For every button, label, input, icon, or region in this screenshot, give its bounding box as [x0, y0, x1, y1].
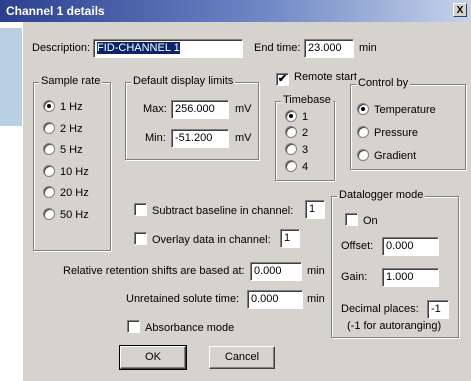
description-label: Description: [32, 42, 91, 54]
radio-icon [43, 186, 55, 198]
datalogger-label: Datalogger mode [337, 189, 426, 201]
display-limits-group [125, 82, 259, 160]
overlay-data-channel-field[interactable]: 1 [280, 229, 300, 248]
checkmark-icon: ✔ [276, 73, 289, 86]
close-icon[interactable]: X [453, 3, 467, 17]
checkbox-icon [134, 232, 147, 245]
radio-selected-icon [357, 103, 369, 115]
remote-start-checkbox[interactable]: ✔ Remote start [276, 71, 357, 86]
background-window [0, 28, 22, 126]
subtract-baseline-label: Subtract baseline in channel: [152, 205, 294, 217]
end-time-label: End time: [254, 42, 301, 54]
decimal-places-field[interactable]: -1 [427, 300, 449, 319]
sample-rate-label: Sample rate [39, 75, 103, 87]
timebase-2[interactable]: 2 [285, 126, 308, 139]
subtract-baseline-channel-field[interactable]: 1 [305, 200, 325, 219]
timebase-1[interactable]: 1 [285, 110, 308, 123]
overlay-data-label: Overlay data in channel: [152, 234, 271, 246]
sample-rate-1hz[interactable]: 1 Hz [43, 100, 83, 113]
checkbox-icon [134, 203, 147, 216]
min-value: -51.200 [175, 132, 213, 144]
radio-icon [43, 143, 55, 155]
radio-icon [357, 149, 369, 161]
unretained-time-label: Unretained solute time: [126, 293, 240, 305]
window-title: Channel 1 details [6, 4, 105, 18]
display-limits-label: Default display limits [131, 75, 236, 87]
radio-icon [43, 208, 55, 220]
radio-icon [43, 165, 55, 177]
checkbox-icon [345, 213, 358, 226]
radio-icon [357, 126, 369, 138]
min-field[interactable]: -51.200 [171, 129, 229, 148]
min-label: Min: [145, 132, 166, 144]
radio-selected-icon [285, 110, 297, 122]
overlay-data-checkbox[interactable]: Overlay data in channel: [134, 232, 271, 246]
title-bar[interactable]: Channel 1 details X [0, 0, 471, 22]
max-label: Max: [143, 103, 167, 115]
cancel-button[interactable]: Cancel [209, 346, 275, 369]
channel-details-dialog: Description: FID-CHANNEL 1 End time: 23.… [22, 22, 471, 381]
max-value: 256.000 [175, 103, 215, 115]
absorbance-mode-label: Absorbance mode [145, 322, 235, 334]
decimal-places-label: Decimal places: [341, 303, 419, 315]
radio-icon [43, 122, 55, 134]
gain-field[interactable]: 1.000 [382, 268, 439, 287]
sample-rate-5hz[interactable]: 5 Hz [43, 143, 83, 156]
sample-rate-10hz[interactable]: 10 Hz [43, 165, 89, 178]
end-time-field[interactable]: 23.000 [304, 39, 354, 58]
description-value: FID-CHANNEL 1 [97, 42, 180, 54]
control-by-gradient[interactable]: Gradient [357, 149, 416, 162]
datalogger-on-label: On [363, 215, 378, 227]
sample-rate-2hz[interactable]: 2 Hz [43, 122, 83, 135]
timebase-label: Timebase [281, 94, 333, 106]
retention-shifts-unit: min [307, 265, 325, 277]
timebase-3[interactable]: 3 [285, 143, 308, 156]
remote-start-label: Remote start [294, 71, 357, 83]
unretained-time-unit: min [307, 293, 325, 305]
autoranging-note: (-1 for autoranging) [347, 320, 442, 332]
sample-rate-50hz[interactable]: 50 Hz [43, 208, 89, 221]
max-field[interactable]: 256.000 [171, 100, 229, 119]
radio-icon [285, 126, 297, 138]
control-by-label: Control by [356, 77, 411, 89]
subtract-baseline-checkbox[interactable]: Subtract baseline in channel: [134, 203, 293, 217]
offset-label: Offset: [341, 240, 374, 252]
control-by-pressure[interactable]: Pressure [357, 126, 418, 139]
timebase-4[interactable]: 4 [285, 160, 308, 173]
max-unit: mV [235, 103, 252, 115]
radio-icon [285, 160, 297, 172]
absorbance-mode-checkbox[interactable]: Absorbance mode [127, 320, 234, 334]
unretained-time-field[interactable]: 0.000 [247, 290, 303, 309]
checkbox-icon [127, 320, 140, 333]
retention-shifts-field[interactable]: 0.000 [250, 262, 302, 281]
offset-field[interactable]: 0.000 [382, 237, 439, 256]
control-by-temperature[interactable]: Temperature [357, 103, 436, 116]
radio-icon [285, 143, 297, 155]
description-field[interactable]: FID-CHANNEL 1 [93, 39, 243, 58]
retention-shifts-label: Relative retention shifts are based at: [63, 265, 245, 277]
radio-selected-icon [43, 100, 55, 112]
datalogger-on-checkbox[interactable]: On [345, 213, 378, 227]
end-time-value: 23.000 [308, 42, 342, 54]
gain-label: Gain: [341, 271, 368, 283]
end-time-unit: min [359, 42, 377, 54]
min-unit: mV [235, 132, 252, 144]
ok-button[interactable]: OK [119, 345, 187, 370]
sample-rate-20hz[interactable]: 20 Hz [43, 186, 89, 199]
